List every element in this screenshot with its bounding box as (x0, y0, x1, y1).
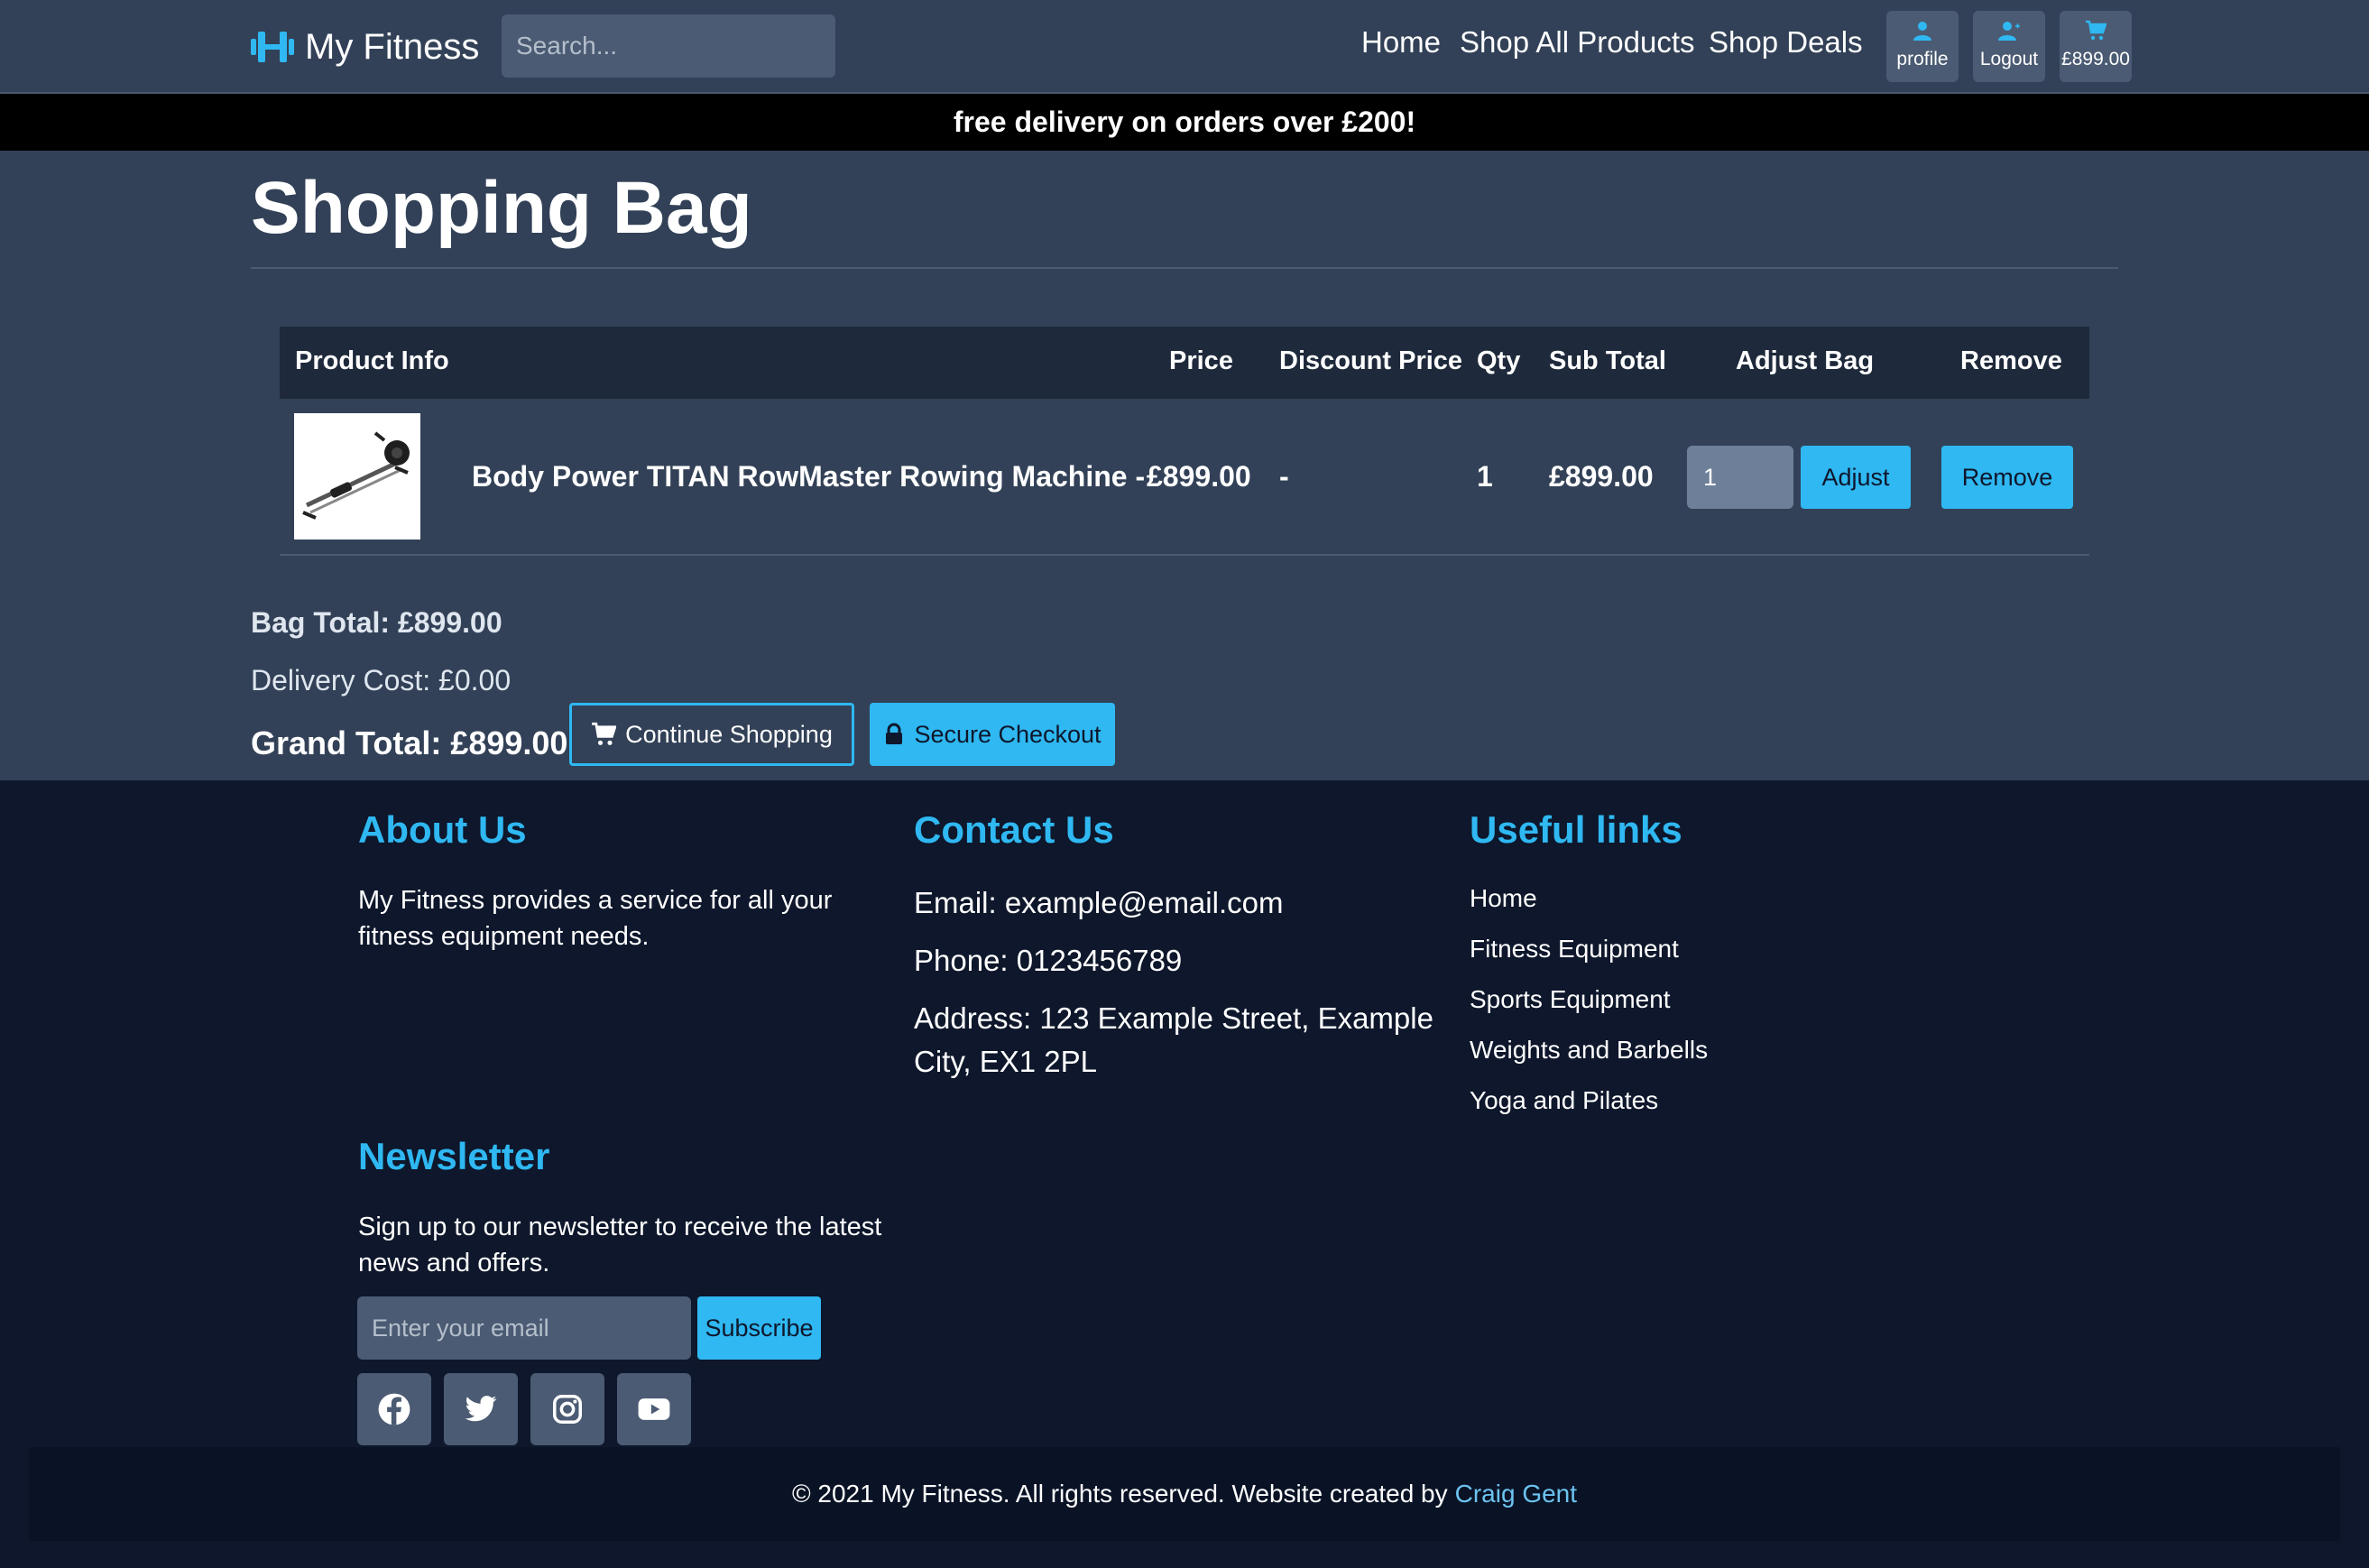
continue-shopping-label: Continue Shopping (625, 720, 833, 748)
header-adjust-bag: Adjust Bag (1736, 346, 1875, 375)
footer-link-yoga-and-pilates[interactable]: Yoga and Pilates (1470, 1086, 1658, 1115)
quantity-input[interactable] (1687, 446, 1793, 509)
about-us-heading: About Us (358, 808, 527, 851)
logout-button[interactable]: Logout (1973, 11, 2045, 82)
product-qty: 1 (1477, 460, 1493, 493)
contact-email: Email: example@email.com (914, 886, 1284, 919)
profile-button[interactable]: profile (1886, 11, 1959, 82)
divider (251, 267, 2118, 269)
copyright-text: © 2021 My Fitness. All rights reserved. … (791, 1480, 1448, 1508)
lock-icon (886, 723, 903, 744)
profile-label: profile (1896, 49, 1949, 69)
facebook-button[interactable] (357, 1373, 431, 1445)
youtube-button[interactable] (617, 1373, 691, 1445)
delivery-cost: Delivery Cost: £0.00 (251, 664, 512, 696)
newsletter-text-line1: Sign up to our newsletter to receive the… (358, 1213, 882, 1241)
page-title: Shopping Bag (251, 167, 752, 249)
author-link[interactable]: Craig Gent (1455, 1480, 1577, 1508)
bag-total: Bag Total: £899.00 (251, 606, 502, 639)
promo-banner: free delivery on orders over £200! (0, 94, 2369, 151)
nav-home[interactable]: Home (1361, 25, 1441, 60)
subscribe-button[interactable]: Subscribe (697, 1296, 821, 1360)
facebook-icon (378, 1393, 410, 1425)
footer-link-fitness-equipment[interactable]: Fitness Equipment (1470, 935, 1679, 964)
footer-link-weights-and-barbells[interactable]: Weights and Barbells (1470, 1036, 1708, 1065)
instagram-icon (553, 1395, 582, 1424)
grand-total: Grand Total: £899.00 (251, 724, 568, 761)
newsletter-email-input[interactable] (357, 1296, 691, 1360)
rowing-machine-image (302, 431, 410, 520)
header-remove: Remove (1960, 346, 2062, 375)
cart-icon (2086, 20, 2106, 41)
useful-links-heading: Useful links (1470, 808, 1682, 851)
adjust-button[interactable]: Adjust (1801, 446, 1911, 509)
twitter-icon (465, 1396, 497, 1422)
user-plus-icon (1998, 22, 2020, 41)
footer-link-home[interactable]: Home (1470, 884, 1537, 913)
newsletter-heading: Newsletter (358, 1135, 550, 1177)
search-input[interactable] (502, 14, 835, 78)
cart-total: £899.00 (2061, 49, 2130, 69)
nav-shop-deals[interactable]: Shop Deals (1709, 25, 1863, 60)
logout-label: Logout (1979, 49, 2039, 69)
dumbbell-icon (251, 32, 294, 62)
brand-logo[interactable]: My Fitness (249, 22, 479, 72)
header-sub-total: Sub Total (1549, 346, 1666, 375)
cart-button[interactable]: £899.00 (2060, 11, 2132, 82)
remove-button[interactable]: Remove (1941, 446, 2073, 509)
contact-us-heading: Contact Us (914, 808, 1114, 851)
contact-address-line1: Address: 123 Example Street, Example (914, 1001, 1433, 1035)
secure-checkout-button[interactable]: Secure Checkout (870, 703, 1115, 766)
header-price: Price (1169, 346, 1233, 375)
product-price: £899.00 (1147, 460, 1251, 493)
cart-icon (592, 722, 617, 745)
about-text-line2: fitness equipment needs. (358, 922, 650, 951)
header-product-info: Product Info (295, 346, 449, 375)
product-image[interactable] (294, 413, 420, 540)
about-text-line1: My Fitness provides a service for all yo… (358, 886, 833, 915)
nav-shop-all-products[interactable]: Shop All Products (1460, 25, 1695, 60)
continue-shopping-button[interactable]: Continue Shopping (569, 703, 854, 766)
header-qty: Qty (1477, 346, 1521, 375)
product-name[interactable]: Body Power TITAN RowMaster Rowing Machin… (472, 460, 1145, 493)
brand-name: My Fitness (305, 26, 480, 67)
contact-phone: Phone: 0123456789 (914, 944, 1183, 977)
twitter-button[interactable] (444, 1373, 518, 1445)
user-icon (1913, 22, 1931, 41)
footer-link-sports-equipment[interactable]: Sports Equipment (1470, 985, 1671, 1014)
instagram-button[interactable] (530, 1373, 604, 1445)
copyright-bar: © 2021 My Fitness. All rights reserved. … (29, 1447, 2340, 1541)
youtube-icon (638, 1398, 670, 1420)
row-divider (280, 554, 2089, 556)
contact-address-line2: City, EX1 2PL (914, 1045, 1097, 1078)
secure-checkout-label: Secure Checkout (914, 720, 1102, 748)
header-discount-price: Discount Price (1279, 346, 1463, 375)
product-discount: - (1279, 460, 1289, 493)
product-subtotal: £899.00 (1549, 460, 1654, 493)
newsletter-text-line2: news and offers. (358, 1249, 550, 1277)
